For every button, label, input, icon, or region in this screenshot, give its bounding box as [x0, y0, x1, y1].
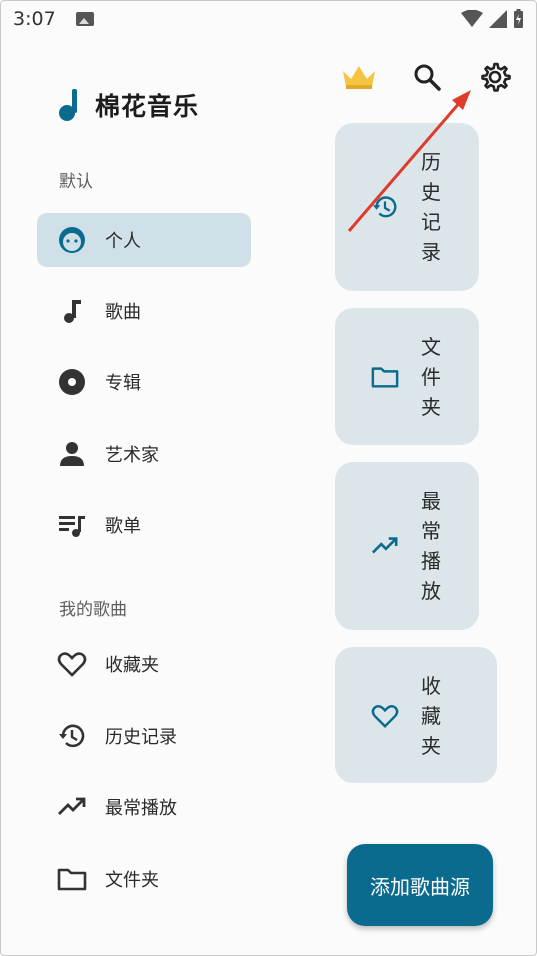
sidebar-item-label: 文件夹: [105, 870, 159, 891]
card-char: 史: [421, 180, 441, 204]
gear-icon[interactable]: [475, 57, 515, 97]
card-char: 最: [421, 489, 441, 513]
app-header: 棉花音乐: [57, 87, 199, 123]
heart-icon: [371, 705, 399, 728]
crown-icon[interactable]: [339, 57, 379, 97]
card-char: 夹: [421, 734, 441, 758]
heart-icon: [57, 649, 87, 679]
sidebar-item-folders[interactable]: 文件夹: [37, 852, 251, 906]
card-char: 件: [421, 365, 441, 389]
history-icon: [372, 196, 397, 218]
card-char: 播: [421, 549, 441, 573]
history-icon: [57, 721, 87, 751]
sidebar-item-playlists[interactable]: 歌单: [37, 498, 251, 552]
status-icons: [461, 9, 524, 29]
sidebar-item-label: 个人: [105, 231, 141, 252]
trending-icon: [57, 792, 87, 822]
face-icon: [57, 225, 87, 255]
sidebar-item-label: 历史记录: [105, 727, 177, 748]
battery-icon: [514, 9, 523, 28]
folder-icon: [371, 367, 399, 388]
top-actions: [339, 57, 515, 97]
card-label: 最 常 播 放: [419, 486, 443, 606]
sidebar-item-favorites[interactable]: 收藏夹: [37, 637, 251, 691]
music-note-icon: [57, 296, 87, 326]
app-title: 棉花音乐: [95, 92, 200, 121]
card-char: 文: [421, 335, 441, 359]
playlist-icon: [57, 510, 87, 540]
sidebar-item-label: 艺术家: [105, 445, 159, 466]
app-logo-icon: [59, 89, 77, 121]
card-char: 放: [421, 579, 441, 603]
search-icon[interactable]: [407, 57, 447, 97]
sidebar-item-artists[interactable]: 艺术家: [37, 427, 251, 481]
card-favorites[interactable]: 收 藏 夹: [335, 647, 497, 783]
trending-icon: [371, 537, 398, 554]
sidebar-item-songs[interactable]: 歌曲: [37, 284, 251, 338]
card-most-played[interactable]: 最 常 播 放: [335, 462, 479, 630]
card-char: 夹: [421, 395, 441, 419]
sidebar-item-label: 歌单: [105, 516, 141, 537]
app-screen: 3:07 棉花音乐 默认 个人 歌曲 专辑 艺术家 歌单 我的歌曲 收藏夹 历史…: [0, 0, 537, 956]
card-label: 收 藏 夹: [419, 671, 443, 761]
person-icon: [57, 439, 87, 469]
sidebar-item-label: 最常播放: [105, 798, 177, 819]
card-char: 常: [421, 519, 441, 543]
sidebar-item-label: 收藏夹: [105, 655, 159, 676]
sidebar-item-label: 歌曲: [105, 302, 141, 323]
card-char: 收: [421, 674, 441, 698]
card-label: 文 件 夹: [419, 332, 443, 422]
status-bar: 3:07: [1, 1, 536, 37]
card-history[interactable]: 历 史 记 录: [335, 123, 479, 291]
sidebar-item-albums[interactable]: 专辑: [37, 355, 251, 409]
section-mine-label: 我的歌曲: [59, 600, 127, 620]
sidebar-item-history[interactable]: 历史记录: [37, 709, 251, 763]
card-folders[interactable]: 文 件 夹: [335, 308, 479, 445]
status-time: 3:07: [13, 8, 56, 30]
card-char: 藏: [421, 704, 441, 728]
add-song-source-button[interactable]: 添加歌曲源: [347, 844, 493, 926]
card-char: 录: [421, 240, 441, 264]
sidebar-item-personal[interactable]: 个人: [37, 213, 251, 267]
wifi-icon: [461, 10, 483, 27]
section-default-label: 默认: [59, 172, 93, 192]
card-char: 历: [421, 150, 441, 174]
card-char: 记: [421, 210, 441, 234]
card-label: 历 史 记 录: [419, 147, 443, 267]
sidebar-item-label: 专辑: [105, 373, 141, 394]
signal-icon: [489, 10, 507, 28]
sidebar-item-most-played[interactable]: 最常播放: [37, 780, 251, 834]
image-notification-icon: [75, 12, 94, 26]
folder-icon: [57, 864, 87, 894]
album-icon: [57, 367, 87, 397]
